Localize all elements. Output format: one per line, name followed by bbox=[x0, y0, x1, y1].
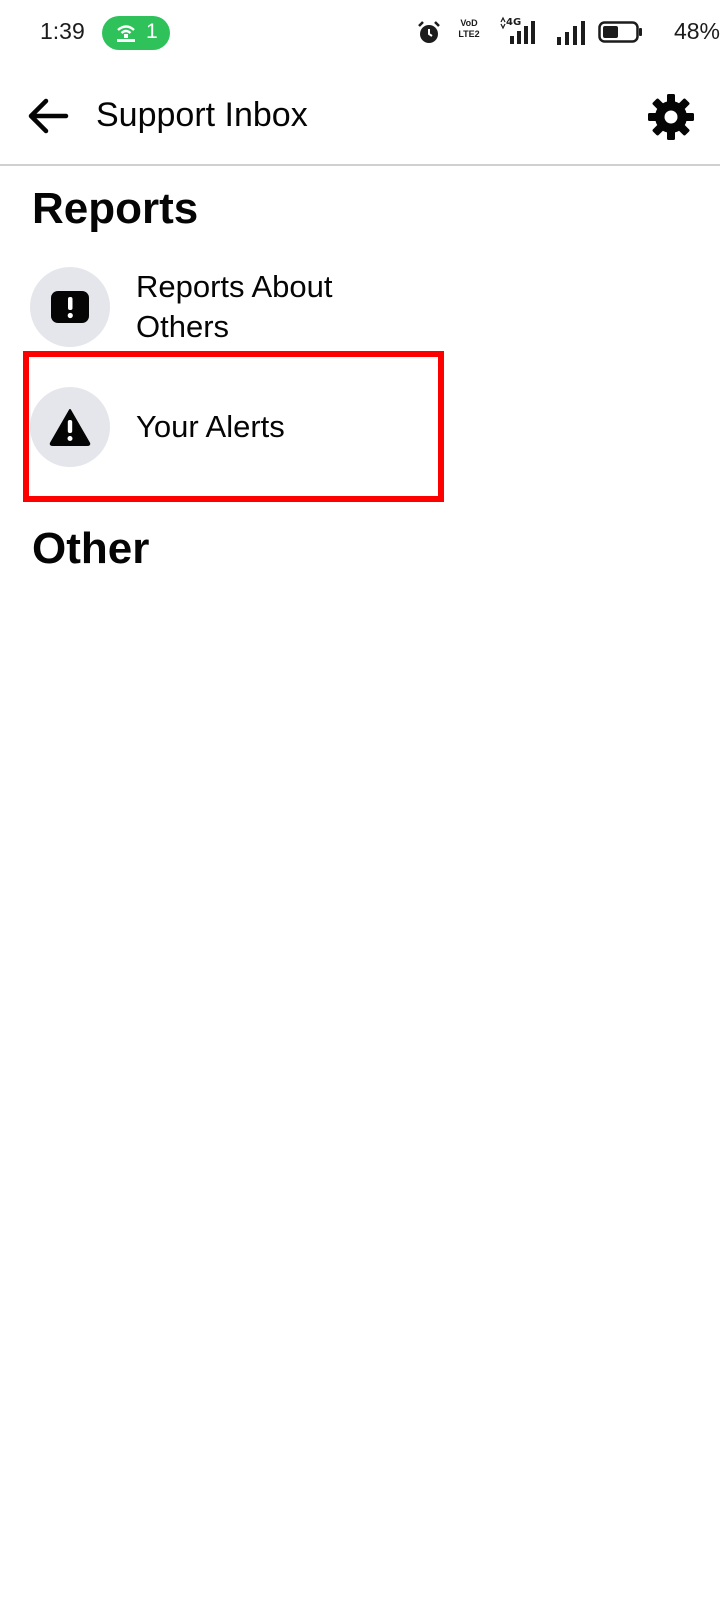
volte-icon: VoD LTE2 bbox=[458, 18, 480, 39]
list-item-reports-about-others[interactable]: Reports About Others bbox=[30, 266, 430, 348]
icon-container bbox=[30, 267, 110, 347]
back-button[interactable] bbox=[20, 90, 76, 142]
signal-4g-icon: 4G bbox=[500, 16, 535, 44]
alarm-icon bbox=[418, 21, 440, 43]
exclamation-square-icon bbox=[51, 291, 89, 323]
gear-icon bbox=[648, 94, 694, 140]
app-header: Support Inbox bbox=[0, 66, 720, 166]
hotspot-indicator[interactable]: 1 bbox=[102, 16, 170, 50]
page-title: Support Inbox bbox=[96, 96, 308, 134]
hotspot-icon bbox=[117, 25, 135, 42]
battery-icon bbox=[598, 21, 642, 43]
highlight-box bbox=[23, 351, 444, 502]
status-icons: VoD LTE2 4G 48% bbox=[418, 16, 720, 48]
list-item-label: Reports About Others bbox=[136, 269, 333, 344]
svg-text:4G: 4G bbox=[506, 17, 521, 28]
arrow-left-icon bbox=[28, 98, 69, 134]
section-heading-reports: Reports bbox=[32, 184, 199, 233]
signal-strength-icon bbox=[557, 21, 585, 45]
section-heading-other: Other bbox=[32, 524, 150, 573]
status-time: 1:39 bbox=[40, 18, 85, 44]
hotspot-count: 1 bbox=[146, 20, 158, 43]
battery-percentage: 48% bbox=[673, 18, 720, 44]
status-bar: 1:39 1 VoD LTE2 4G 48% bbox=[0, 0, 720, 66]
settings-button[interactable] bbox=[644, 90, 698, 144]
